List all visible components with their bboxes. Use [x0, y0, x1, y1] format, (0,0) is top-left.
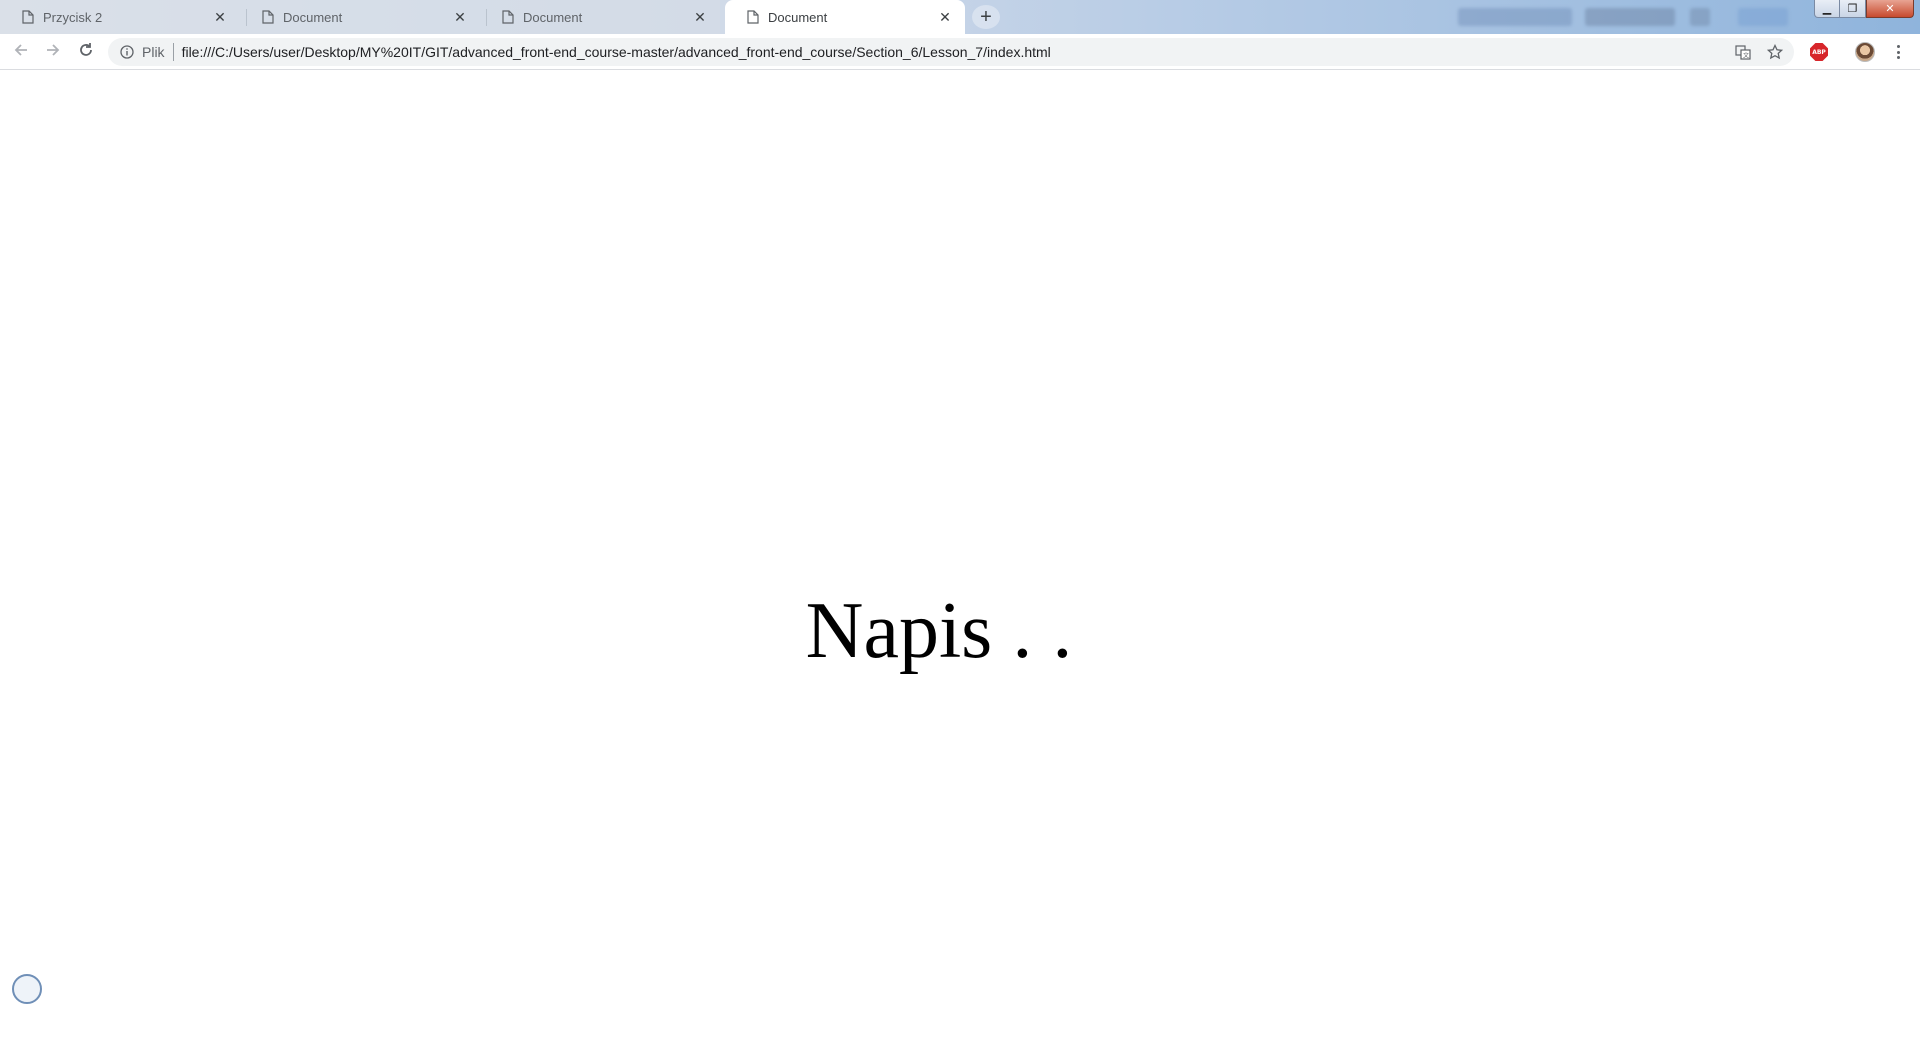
tab-title: Document	[768, 9, 828, 25]
blurred-region	[1738, 8, 1788, 26]
page-icon	[502, 10, 514, 24]
blurred-region	[1585, 8, 1675, 26]
security-label[interactable]: Plik	[142, 44, 165, 60]
page-headline: Napis . .	[805, 587, 1073, 675]
reload-icon	[78, 42, 94, 63]
adblock-icon: ABP	[1812, 48, 1826, 56]
address-bar[interactable]: Plik file:///C:/Users/user/Desktop/MY%20…	[108, 38, 1794, 66]
tab-document-2[interactable]: Document ✕	[480, 0, 720, 34]
svg-text:文: 文	[1743, 52, 1749, 60]
page-icon	[22, 10, 34, 24]
tab-document-1[interactable]: Document ✕	[240, 0, 480, 34]
minimize-icon: ▁	[1822, 3, 1832, 15]
close-icon[interactable]: ✕	[692, 9, 708, 25]
close-icon: ✕	[1885, 3, 1895, 15]
blurred-region	[1690, 8, 1710, 26]
kebab-menu-icon[interactable]	[1890, 43, 1906, 61]
plus-icon: +	[980, 5, 992, 28]
arrow-forward-icon	[45, 42, 61, 63]
browser-toolbar: Plik file:///C:/Users/user/Desktop/MY%20…	[0, 34, 1920, 70]
page-icon	[747, 10, 759, 24]
tab-document-active[interactable]: Document ✕	[725, 0, 965, 34]
divider	[172, 43, 174, 61]
close-icon[interactable]: ✕	[452, 9, 468, 25]
forward-button[interactable]	[41, 40, 65, 64]
avatar[interactable]	[1855, 42, 1875, 62]
url-text[interactable]: file:///C:/Users/user/Desktop/MY%20IT/GI…	[182, 44, 1051, 60]
tab-strip: Przycisk 2 ✕ Document ✕ Document ✕ Docum…	[0, 0, 1920, 34]
page-icon	[262, 10, 274, 24]
star-icon[interactable]	[1766, 43, 1784, 61]
adblock-extension-button[interactable]: ABP	[1810, 43, 1828, 61]
tab-title: Przycisk 2	[43, 9, 103, 25]
maximize-button[interactable]: ❐	[1840, 0, 1866, 18]
minimize-button[interactable]: ▁	[1814, 0, 1840, 18]
page-content: Napis . .	[0, 71, 1920, 1050]
restore-icon: ❐	[1847, 3, 1858, 15]
info-icon[interactable]	[118, 43, 136, 61]
tab-title: Document	[523, 9, 583, 25]
reload-button[interactable]	[74, 40, 98, 64]
tab-przycisk-2[interactable]: Przycisk 2 ✕	[0, 0, 240, 34]
translate-icon[interactable]: 文	[1734, 43, 1752, 61]
close-icon[interactable]: ✕	[212, 9, 228, 25]
close-window-button[interactable]: ✕	[1866, 0, 1914, 18]
close-icon[interactable]: ✕	[937, 9, 953, 25]
tab-title: Document	[283, 9, 343, 25]
arrow-back-icon	[13, 42, 29, 63]
back-button[interactable]	[9, 40, 33, 64]
new-tab-button[interactable]: +	[972, 5, 1000, 29]
blurred-region	[1458, 8, 1572, 26]
taskbar-orb-icon[interactable]	[12, 974, 42, 1004]
